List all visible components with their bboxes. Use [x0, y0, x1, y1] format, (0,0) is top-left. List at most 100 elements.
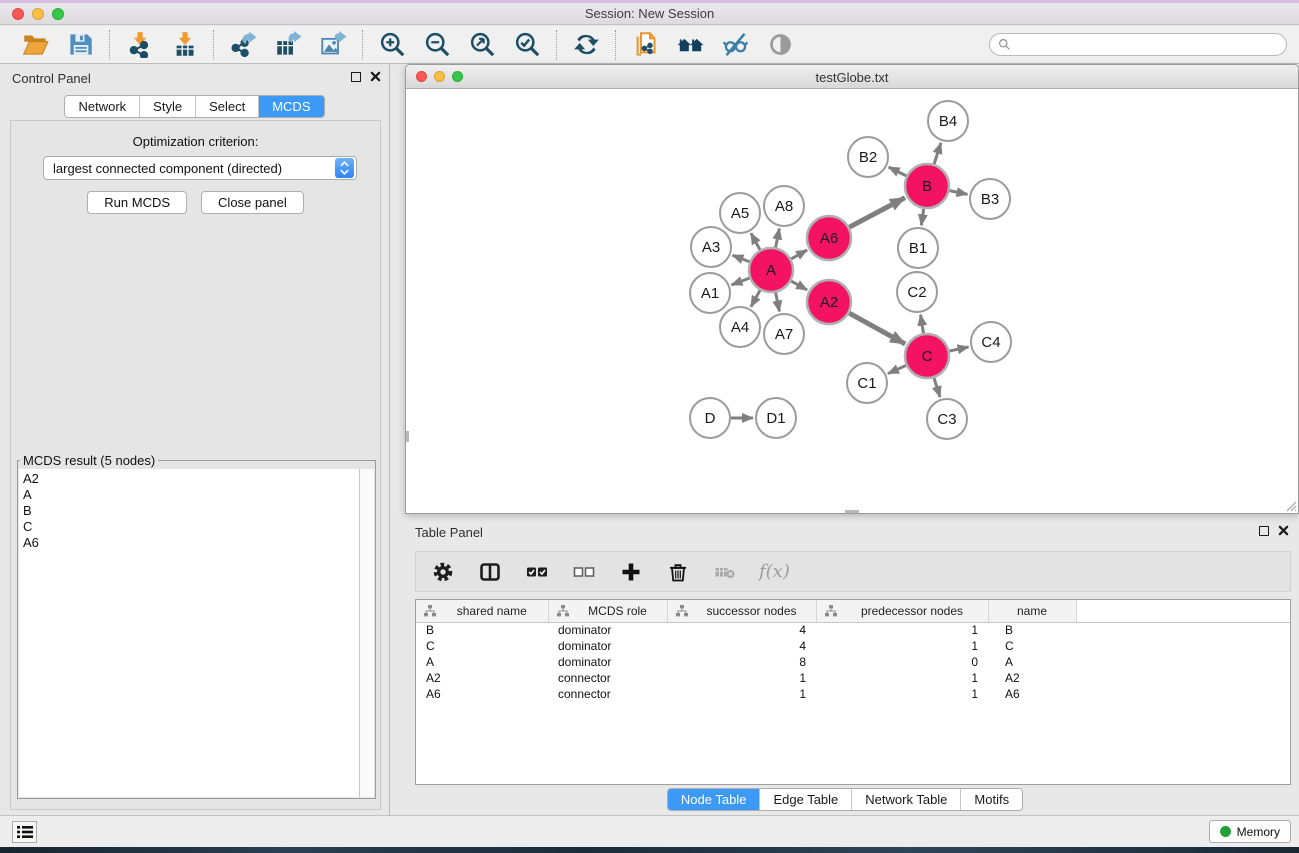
- graph-node-D[interactable]: D: [690, 398, 730, 438]
- column-header-successor-nodes[interactable]: successor nodes: [667, 600, 816, 622]
- deselect-all-icon[interactable]: [571, 559, 597, 585]
- graph-edge-B-B1[interactable]: [921, 209, 923, 225]
- graph-edge-A-A2[interactable]: [791, 281, 807, 290]
- open-file-icon[interactable]: [19, 29, 51, 61]
- vertical-scrollbar-fragment[interactable]: [406, 431, 409, 442]
- graph-edge-B-B4[interactable]: [934, 143, 941, 164]
- table-cell[interactable]: 1: [667, 670, 816, 686]
- save-session-icon[interactable]: [64, 29, 96, 61]
- graph-edge-C-C3[interactable]: [934, 378, 940, 397]
- table-cell[interactable]: connector: [548, 670, 667, 686]
- graph-node-D1[interactable]: D1: [756, 398, 796, 438]
- graph-node-B[interactable]: B: [905, 164, 949, 208]
- graph-node-B2[interactable]: B2: [848, 137, 888, 177]
- optimization-criterion-dropdown[interactable]: largest connected component (directed): [43, 156, 357, 180]
- tab-edge-table[interactable]: Edge Table: [759, 789, 851, 810]
- tab-style[interactable]: Style: [139, 96, 195, 117]
- graph-edge-A-A6[interactable]: [791, 250, 807, 259]
- table-cell[interactable]: A: [416, 654, 548, 670]
- table-cell[interactable]: 1: [667, 686, 816, 702]
- result-list-item[interactable]: A: [19, 487, 359, 503]
- graph-node-C[interactable]: C: [905, 334, 949, 378]
- table-cell[interactable]: 1: [816, 686, 988, 702]
- graph-node-C2[interactable]: C2: [897, 272, 937, 312]
- graph-node-C1[interactable]: C1: [847, 363, 887, 403]
- column-header-shared-name[interactable]: shared name: [416, 600, 548, 622]
- graph-node-A6[interactable]: A6: [807, 216, 851, 260]
- float-table-panel-icon[interactable]: [1259, 526, 1269, 536]
- close-table-panel-icon[interactable]: [1278, 525, 1289, 536]
- graph-edge-C-C2[interactable]: [921, 315, 924, 334]
- graph-node-A4[interactable]: A4: [720, 307, 760, 347]
- table-row[interactable]: Adominator80A: [416, 654, 1290, 670]
- graph-edge-A2-C[interactable]: [849, 313, 905, 344]
- graph-node-A8[interactable]: A8: [764, 186, 804, 226]
- graph-node-B4[interactable]: B4: [928, 101, 968, 141]
- result-list-item[interactable]: A2: [19, 471, 359, 487]
- table-cell[interactable]: C: [416, 638, 548, 654]
- graph-edge-A6-B[interactable]: [849, 198, 905, 228]
- network-file-icon[interactable]: [629, 29, 661, 61]
- table-row[interactable]: A6connector11A6: [416, 686, 1290, 702]
- column-header-name[interactable]: name: [988, 600, 1076, 622]
- result-list-item[interactable]: C: [19, 519, 359, 535]
- add-column-icon[interactable]: [618, 559, 644, 585]
- zoom-selected-icon[interactable]: [511, 29, 543, 61]
- table-cell[interactable]: B: [988, 622, 1076, 638]
- table-cell[interactable]: 4: [667, 622, 816, 638]
- function-builder-button[interactable]: f(x): [759, 561, 790, 582]
- import-table-icon[interactable]: [168, 29, 200, 61]
- table-cell[interactable]: connector: [548, 686, 667, 702]
- tab-network[interactable]: Network: [65, 96, 139, 117]
- horizontal-scrollbar-fragment[interactable]: [845, 510, 859, 513]
- search-input[interactable]: [1016, 38, 1278, 52]
- table-cell[interactable]: 1: [816, 670, 988, 686]
- zoom-out-icon[interactable]: [421, 29, 453, 61]
- graph-node-B3[interactable]: B3: [970, 179, 1010, 219]
- resize-grip-icon[interactable]: [1283, 498, 1297, 512]
- table-settings-gear-icon[interactable]: [430, 559, 456, 585]
- tab-motifs[interactable]: Motifs: [960, 789, 1022, 810]
- table-cell[interactable]: C: [988, 638, 1076, 654]
- column-header-predecessor-nodes[interactable]: predecessor nodes: [816, 600, 988, 622]
- tab-mcds[interactable]: MCDS: [258, 96, 323, 117]
- table-cell[interactable]: dominator: [548, 654, 667, 670]
- table-cell[interactable]: 4: [667, 638, 816, 654]
- result-list-scrollbar[interactable]: [360, 469, 374, 797]
- graph-edge-A-A5[interactable]: [751, 233, 760, 250]
- zoom-fit-icon[interactable]: [466, 29, 498, 61]
- graph-node-A[interactable]: A: [749, 248, 793, 292]
- graph-edge-B-B3[interactable]: [950, 191, 968, 195]
- close-panel-icon[interactable]: [370, 71, 381, 82]
- result-list-item[interactable]: B: [19, 503, 359, 519]
- network-canvas[interactable]: B4B2BB3A8A5A6A3B1AC2A1A2A4A7C4CC1C3DD1: [406, 89, 1298, 513]
- graph-edge-C-C1[interactable]: [888, 365, 906, 373]
- table-cell[interactable]: A2: [416, 670, 548, 686]
- graph-node-A2[interactable]: A2: [807, 280, 851, 324]
- table-row[interactable]: Cdominator41C: [416, 638, 1290, 654]
- graph-node-A7[interactable]: A7: [764, 314, 804, 354]
- export-image-icon[interactable]: [317, 29, 349, 61]
- refresh-icon[interactable]: [570, 29, 602, 61]
- result-list-item[interactable]: A6: [19, 535, 359, 551]
- graph-node-A5[interactable]: A5: [720, 193, 760, 233]
- graph-node-A1[interactable]: A1: [690, 273, 730, 313]
- column-header-mcds-role[interactable]: MCDS role: [548, 600, 667, 622]
- graph-edge-A-A4[interactable]: [751, 290, 760, 307]
- table-cell[interactable]: A6: [988, 686, 1076, 702]
- memory-button[interactable]: Memory: [1209, 820, 1291, 843]
- graph-edge-C-C4[interactable]: [949, 347, 968, 351]
- home-view-icon[interactable]: [674, 29, 706, 61]
- table-row[interactable]: Bdominator41B: [416, 622, 1290, 638]
- table-cell[interactable]: A: [988, 654, 1076, 670]
- graph-edge-A-A1[interactable]: [732, 278, 750, 285]
- table-cell[interactable]: dominator: [548, 622, 667, 638]
- export-network-icon[interactable]: [227, 29, 259, 61]
- select-all-icon[interactable]: [524, 559, 550, 585]
- import-network-icon[interactable]: [123, 29, 155, 61]
- delete-table-icon[interactable]: [712, 559, 738, 585]
- graph-node-B1[interactable]: B1: [898, 228, 938, 268]
- graph-node-C4[interactable]: C4: [971, 322, 1011, 362]
- tab-node-table[interactable]: Node Table: [668, 789, 760, 810]
- table-cell[interactable]: B: [416, 622, 548, 638]
